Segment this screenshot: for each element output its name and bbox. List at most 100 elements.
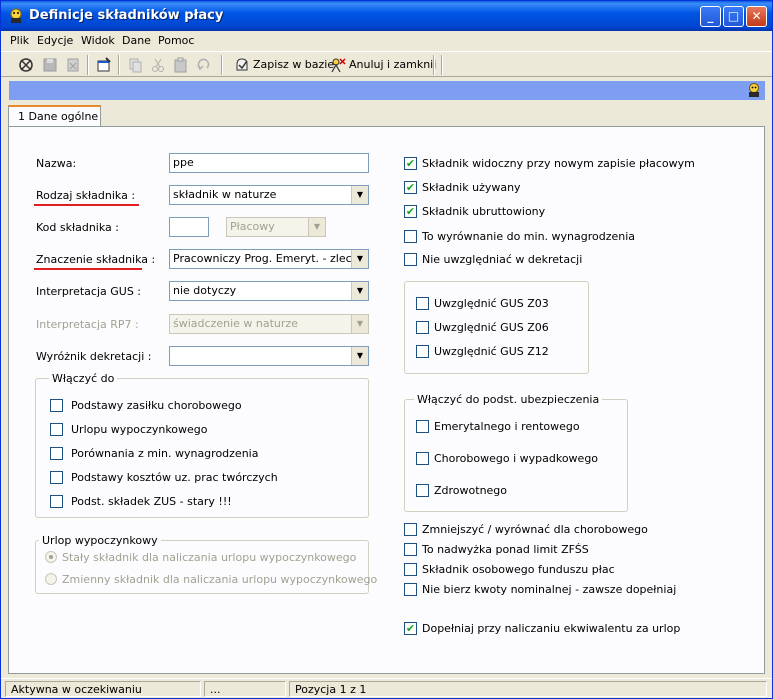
nazwa-input[interactable]: ppe (169, 153, 369, 173)
minimize-button[interactable]: _ (700, 6, 721, 27)
urlop-label-1: Zmienny składnik dla naliczania urlopu w… (62, 573, 378, 586)
osobowy-fundusz-label: Składnik osobowego funduszu płac (422, 563, 615, 576)
dropdown-arrow-icon[interactable]: ▼ (351, 186, 368, 204)
zdrowotne-checkbox[interactable] (416, 484, 429, 497)
widoczny-checkbox[interactable]: ✔ (404, 157, 417, 170)
status-dots: ... (204, 681, 286, 697)
cancel-and-close-button[interactable]: Anuluj i zamknij (327, 55, 436, 75)
dropdown-arrow-icon[interactable]: ▼ (351, 282, 368, 300)
wyrownanie-checkbox[interactable] (404, 230, 417, 243)
wlaczyc-checkbox-4[interactable] (50, 495, 63, 508)
undo-changes-icon[interactable] (16, 55, 36, 75)
maximize-button[interactable]: □ (723, 6, 744, 27)
wlaczyc-checkbox-1[interactable] (50, 423, 63, 436)
dropdown-arrow-icon: ▼ (308, 218, 325, 236)
zmniejszyc-label: Zmniejszyć / wyrównać dla chorobowego (422, 523, 648, 536)
application-window: Definicje składników płacy _ □ ✕ Plik Ed… (0, 0, 773, 699)
menu-edycje[interactable]: Edycje (37, 34, 73, 47)
gus-z12-checkbox[interactable] (416, 345, 429, 358)
status-position-text: Pozycja 1 z 1 (295, 683, 367, 696)
paste-icon[interactable] (171, 55, 191, 75)
widoczny-label: Składnik widoczny przy nowym zapisie pła… (422, 157, 695, 170)
user-badge-icon[interactable] (745, 81, 763, 99)
wlaczyc-label-0: Podstawy zasiłku chorobowego (71, 399, 242, 412)
kod-label: Kod składnika : (36, 221, 119, 234)
znaczenie-label: Znaczenie składnika : (36, 253, 156, 266)
gus-z03-checkbox[interactable] (416, 297, 429, 310)
emerytalne-checkbox[interactable] (416, 420, 429, 433)
save-db-icon (236, 58, 248, 71)
wyroznik-select[interactable]: ▼ (169, 346, 369, 366)
group-title: Urlop wypoczynkowy (39, 534, 161, 547)
toolbar-separator (87, 55, 89, 75)
gus-z06-checkbox[interactable] (416, 321, 429, 334)
tab-dane-ogolne[interactable]: 1 Dane ogólne (8, 105, 101, 127)
status-state-text: Aktywna w oczekiwaniu (11, 683, 142, 696)
nominalna-checkbox[interactable] (404, 583, 417, 596)
zfss-label: To nadwyżka ponad limit ZFŚS (422, 543, 589, 556)
tab-panel: Nazwa: ppe Rodzaj składnika : składnik w… (8, 126, 765, 674)
zmniejszyc-checkbox[interactable] (404, 523, 417, 536)
toolbar-separator (441, 55, 443, 75)
nazwa-label: Nazwa: (36, 157, 77, 170)
toolbar-separator (433, 55, 435, 75)
save-disk-icon[interactable] (40, 55, 60, 75)
rp7-select: świadczenie w naturze ▼ (169, 314, 369, 334)
close-button[interactable]: ✕ (746, 6, 767, 27)
wlaczyc-label-2: Porównania z min. wynagrodzenia (71, 447, 259, 460)
rodzaj-value: składnik w naturze (173, 188, 277, 201)
properties-icon[interactable] (94, 55, 114, 75)
gus-value: nie dotyczy (173, 284, 237, 297)
osobowy-fundusz-checkbox[interactable] (404, 563, 417, 576)
tab-strip: 1 Dane ogólne (1, 102, 772, 127)
znaczenie-select[interactable]: Pracowniczy Prog. Emeryt. - zlec ▼ (169, 249, 369, 269)
cancel-and-close-label: Anuluj i zamknij (349, 58, 437, 71)
wlaczyc-checkbox-2[interactable] (50, 447, 63, 460)
cut-icon[interactable] (148, 55, 168, 75)
zfss-checkbox[interactable] (404, 543, 417, 556)
save-to-database-label: Zapisz w bazie (253, 58, 335, 71)
chorobowe-label: Chorobowego i wypadkowego (434, 452, 599, 465)
group-title: Włączyć do (49, 372, 118, 385)
wlaczyc-checkbox-0[interactable] (50, 399, 63, 412)
toolbar-separator (221, 55, 223, 75)
wlaczyc-label-3: Podstawy kosztów uz. prac twórczych (71, 471, 278, 484)
dropdown-arrow-icon[interactable]: ▼ (351, 347, 368, 365)
status-dots-text: ... (210, 683, 221, 696)
ubruttowiony-checkbox[interactable]: ✔ (404, 205, 417, 218)
menu-pomoc[interactable]: Pomoc (158, 34, 194, 47)
menu-widok[interactable]: Widok (81, 34, 115, 47)
app-icon (10, 8, 22, 23)
emerytalne-label: Emerytalnego i rentowego (434, 420, 580, 433)
status-state: Aktywna w oczekiwaniu (5, 681, 201, 697)
znaczenie-value: Pracowniczy Prog. Emeryt. - zlec (173, 252, 352, 265)
ekwiwalent-checkbox[interactable]: ✔ (404, 622, 417, 635)
urlop-radio-1 (45, 573, 57, 585)
nominalna-label: Nie bierz kwoty nominalnej - zawsze dope… (422, 583, 677, 596)
gus-label: Interpretacja GUS : (36, 285, 142, 298)
gus-z06-label: Uwzględnić GUS Z06 (434, 321, 549, 334)
chorobowe-checkbox[interactable] (416, 452, 429, 465)
kod-input[interactable] (169, 217, 209, 237)
title-bar[interactable]: Definicje składników płacy _ □ ✕ (1, 1, 772, 31)
dekretacja-checkbox[interactable] (404, 253, 417, 266)
redo-icon[interactable] (194, 55, 214, 75)
wlaczyc-checkbox-3[interactable] (50, 471, 63, 484)
copy-icon[interactable] (125, 55, 145, 75)
delete-record-icon[interactable] (63, 55, 83, 75)
rodzaj-select[interactable]: składnik w naturze ▼ (169, 185, 369, 205)
menu-plik[interactable]: Plik (10, 34, 29, 47)
gus-select[interactable]: nie dotyczy ▼ (169, 281, 369, 301)
urlop-label-0: Stały składnik dla naliczania urlopu wyp… (62, 551, 357, 564)
uzywany-checkbox[interactable]: ✔ (404, 181, 417, 194)
info-bar (9, 81, 765, 100)
cancel-icon (331, 58, 346, 73)
save-to-database-button[interactable]: Zapisz w bazie (231, 55, 334, 75)
rodzaj-label: Rodzaj składnika : (36, 189, 136, 202)
wlaczyc-label-1: Urlopu wypoczynkowego (71, 423, 208, 436)
dropdown-arrow-icon[interactable]: ▼ (351, 250, 368, 268)
toolbar-separator (118, 55, 120, 75)
menu-dane[interactable]: Dane (122, 34, 151, 47)
group-title: Włączyć do podst. ubezpieczenia (414, 393, 603, 406)
menu-bar: Plik Edycje Widok Dane Pomoc (1, 31, 772, 50)
